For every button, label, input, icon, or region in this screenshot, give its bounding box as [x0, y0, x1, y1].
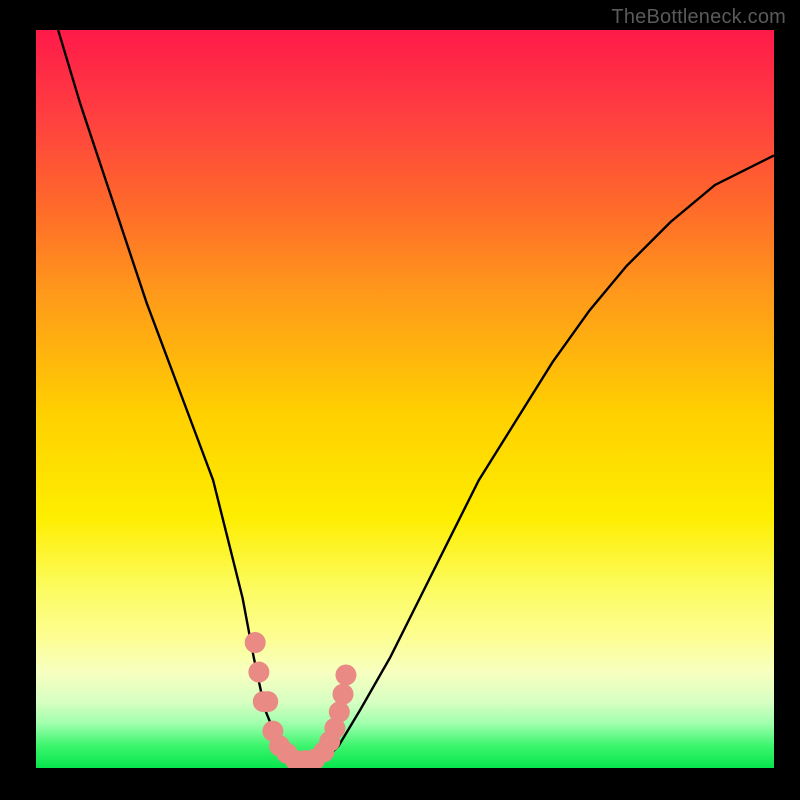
marker-dot: [245, 632, 266, 653]
watermark-text: TheBottleneck.com: [611, 6, 786, 29]
curve-path: [58, 30, 774, 764]
chart-svg: [36, 30, 774, 768]
marker-dot: [329, 701, 350, 722]
marker-dot: [257, 691, 278, 712]
chart-stage: TheBottleneck.com: [0, 0, 800, 800]
marker-dot: [248, 662, 269, 683]
marker-dot: [333, 684, 354, 705]
plot-area: [36, 30, 774, 768]
marker-dot: [335, 665, 356, 686]
